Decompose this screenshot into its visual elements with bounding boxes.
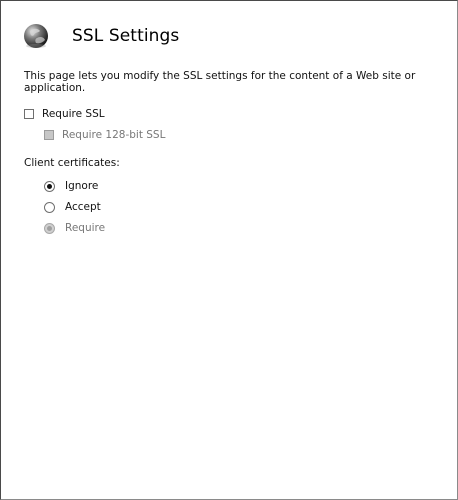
client-cert-accept-radio[interactable] [44, 201, 55, 213]
client-cert-require-radio[interactable] [44, 222, 55, 234]
client-certificates-label-row: Client certificates: [24, 157, 120, 169]
require-128bit-ssl-row[interactable]: Require 128-bit SSL [44, 129, 165, 141]
page-description: This page lets you modify the SSL settin… [24, 70, 416, 94]
require-128bit-ssl-checkbox[interactable] [44, 130, 54, 140]
page-header: SSL Settings [22, 21, 179, 51]
radio-selected-dot [47, 183, 52, 189]
client-cert-ignore-radio[interactable] [44, 180, 55, 192]
require-ssl-checkbox[interactable] [24, 109, 34, 119]
client-certificates-label: Client certificates: [24, 157, 120, 169]
client-cert-accept-option[interactable]: Accept [44, 201, 101, 213]
client-cert-ignore-label: Ignore [65, 180, 99, 192]
radio-disabled-dot [47, 225, 52, 231]
client-cert-require-label: Require [65, 222, 106, 234]
require-128bit-ssl-label: Require 128-bit SSL [62, 129, 166, 141]
client-cert-require-option[interactable]: Require [44, 222, 105, 234]
ssl-settings-page: SSL Settings This page lets you modify t… [0, 0, 458, 500]
require-ssl-label: Require SSL [42, 108, 105, 120]
client-cert-ignore-option[interactable]: Ignore [44, 180, 98, 192]
page-title: SSL Settings [72, 26, 180, 46]
globe-icon [24, 24, 48, 48]
require-ssl-row[interactable]: Require SSL [24, 108, 105, 120]
client-cert-accept-label: Accept [65, 201, 101, 213]
